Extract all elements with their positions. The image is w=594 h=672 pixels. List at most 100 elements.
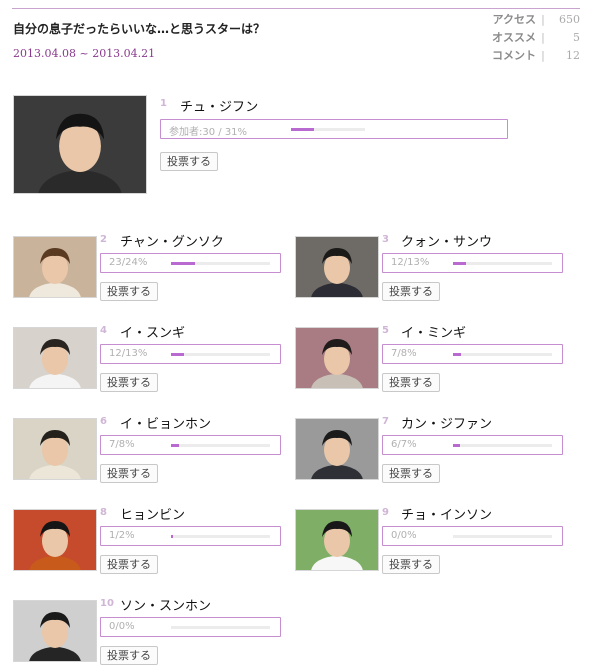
- vote-result-text: 参加者:30 / 31%: [169, 127, 248, 138]
- stat-value: 12: [566, 48, 580, 62]
- vote-share-track: [171, 262, 270, 265]
- candidate-name: ソン・スンホン: [120, 599, 212, 614]
- vote-button[interactable]: 投票する: [160, 152, 218, 171]
- candidate-rank: 4: [100, 325, 107, 336]
- vote-result-bar: 7/8%: [382, 344, 563, 364]
- candidate-photo: [13, 327, 97, 389]
- candidate-name: チョ・インソン: [401, 508, 493, 523]
- portrait-graphic: [14, 328, 96, 388]
- portrait-graphic: [296, 237, 378, 297]
- candidate-rank: 10: [100, 598, 114, 609]
- stat-recommend: オススメ | 5: [470, 28, 580, 46]
- portrait-graphic: [296, 419, 378, 479]
- vote-button[interactable]: 投票する: [382, 555, 440, 574]
- vote-share-fill: [171, 262, 195, 265]
- candidate-photo: [13, 95, 147, 194]
- vote-result-text: 6/7%: [391, 439, 417, 450]
- vote-share-fill: [171, 444, 179, 447]
- candidate-rank: 1: [160, 98, 167, 109]
- candidate-name: クォン・サンウ: [401, 235, 493, 250]
- candidate-name: ヒョンビン: [120, 508, 186, 523]
- portrait-graphic: [14, 601, 96, 661]
- portrait-graphic: [14, 237, 96, 297]
- candidate-name: イ・ミンギ: [401, 326, 467, 341]
- vote-result-text: 0/0%: [109, 621, 135, 632]
- vote-share-track: [171, 353, 270, 356]
- vote-button[interactable]: 投票する: [100, 646, 158, 665]
- portrait-graphic: [14, 419, 96, 479]
- vote-button[interactable]: 投票する: [382, 282, 440, 301]
- candidate-photo: [13, 509, 97, 571]
- vote-result-bar: 6/7%: [382, 435, 563, 455]
- vote-button[interactable]: 投票する: [382, 373, 440, 392]
- vote-result-bar: 参加者:30 / 31%: [160, 119, 508, 139]
- vote-share-track: [171, 626, 270, 629]
- stat-separator: |: [541, 48, 545, 62]
- poll-stats: アクセス | 650 オススメ | 5 コメント | 12: [470, 10, 580, 64]
- vote-result-bar: 1/2%: [100, 526, 281, 546]
- header-divider: [12, 8, 580, 9]
- vote-result-text: 7/8%: [391, 348, 417, 359]
- candidate-photo: [295, 509, 379, 571]
- stat-separator: |: [541, 30, 545, 44]
- portrait-graphic: [296, 328, 378, 388]
- vote-share-fill: [291, 128, 314, 131]
- vote-result-text: 23/24%: [109, 257, 148, 268]
- stat-label: コメント: [492, 49, 536, 62]
- candidate-photo: [295, 236, 379, 298]
- vote-button[interactable]: 投票する: [100, 464, 158, 483]
- vote-result-text: 12/13%: [109, 348, 148, 359]
- vote-share-fill: [171, 535, 173, 538]
- vote-result-text: 7/8%: [109, 439, 135, 450]
- vote-result-bar: 12/13%: [382, 253, 563, 273]
- candidate-rank: 8: [100, 507, 107, 518]
- vote-button[interactable]: 投票する: [100, 555, 158, 574]
- vote-result-bar: 0/0%: [100, 617, 281, 637]
- candidate-rank: 6: [100, 416, 107, 427]
- vote-share-track: [171, 535, 270, 538]
- candidate-photo: [295, 327, 379, 389]
- candidate-rank: 7: [382, 416, 389, 427]
- candidate-photo: [13, 236, 97, 298]
- vote-result-text: 1/2%: [109, 530, 135, 541]
- candidate-rank: 3: [382, 234, 389, 245]
- candidate-name: カン・ジファン: [401, 417, 493, 432]
- candidate-name: イ・スンギ: [120, 326, 186, 341]
- vote-result-bar: 0/0%: [382, 526, 563, 546]
- stat-separator: |: [541, 12, 545, 26]
- stat-comment: コメント | 12: [470, 46, 580, 64]
- candidate-rank: 2: [100, 234, 107, 245]
- candidate-name: チャン・グンソク: [120, 235, 224, 250]
- vote-share-fill: [453, 353, 461, 356]
- stat-value: 650: [559, 12, 580, 26]
- vote-share-fill: [453, 262, 466, 265]
- candidate-photo: [13, 418, 97, 480]
- vote-result-text: 12/13%: [391, 257, 430, 268]
- candidate-name: チュ・ジフン: [180, 100, 259, 115]
- vote-share-track: [171, 444, 270, 447]
- vote-share-track: [453, 262, 552, 265]
- portrait-graphic: [14, 96, 146, 193]
- portrait-graphic: [14, 510, 96, 570]
- stat-label: アクセス: [492, 13, 536, 26]
- vote-result-bar: 12/13%: [100, 344, 281, 364]
- vote-button[interactable]: 投票する: [100, 373, 158, 392]
- vote-result-bar: 7/8%: [100, 435, 281, 455]
- candidate-rank: 9: [382, 507, 389, 518]
- vote-share-track: [453, 353, 552, 356]
- poll-title: 自分の息子だったらいいな…と思うスターは？: [13, 22, 266, 36]
- stat-value: 5: [573, 30, 580, 44]
- portrait-graphic: [296, 510, 378, 570]
- vote-result-text: 0/0%: [391, 530, 417, 541]
- vote-share-track: [291, 128, 365, 131]
- vote-share-fill: [171, 353, 184, 356]
- stat-access: アクセス | 650: [470, 10, 580, 28]
- vote-button[interactable]: 投票する: [100, 282, 158, 301]
- vote-share-fill: [453, 444, 460, 447]
- candidate-name: イ・ビョンホン: [120, 417, 212, 432]
- vote-result-bar: 23/24%: [100, 253, 281, 273]
- vote-button[interactable]: 投票する: [382, 464, 440, 483]
- candidate-photo: [295, 418, 379, 480]
- vote-share-track: [453, 535, 552, 538]
- stat-label: オススメ: [492, 31, 536, 44]
